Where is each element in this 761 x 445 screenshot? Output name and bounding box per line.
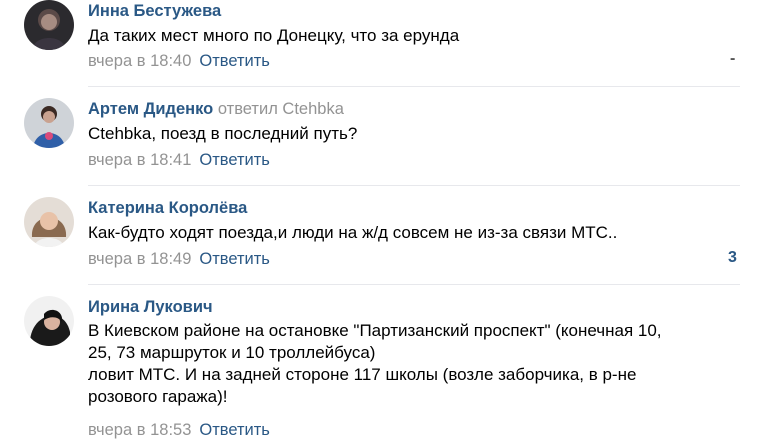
author-line: Инна Бестужева xyxy=(88,1,221,21)
author-name[interactable]: Инна Бестужева xyxy=(88,2,221,20)
avatar-photo xyxy=(24,197,74,247)
comment-meta: вчера в 18:40 Ответить xyxy=(88,51,270,71)
divider xyxy=(88,185,740,186)
divider xyxy=(88,86,740,87)
side-count[interactable]: 3 xyxy=(728,249,737,267)
comment-text-line: ловит МТС. И на задней стороне 117 школы… xyxy=(88,365,637,384)
avatar[interactable] xyxy=(24,197,74,247)
author-line: Катерина Королёва xyxy=(88,198,247,218)
comment-text-line: Да таких мест много по Донецку, что за е… xyxy=(88,26,460,45)
comment-text-line: Как-будто ходят поезда,и люди на ж/д сов… xyxy=(88,223,618,242)
side-mark: - xyxy=(730,50,736,67)
reply-button[interactable]: Ответить xyxy=(199,250,270,268)
divider xyxy=(88,284,740,285)
reply-button[interactable]: Ответить xyxy=(199,421,270,439)
avatar-photo xyxy=(24,0,74,50)
author-line: Артем Диденко ответил Ctehbka xyxy=(88,99,344,119)
author-line: Ирина Лукович xyxy=(88,297,213,317)
reply-button[interactable]: Ответить xyxy=(199,52,270,70)
comment-meta: вчера в 18:49 Ответить xyxy=(88,249,270,269)
author-name[interactable]: Ирина Лукович xyxy=(88,298,213,316)
author-name[interactable]: Катерина Королёва xyxy=(88,199,247,217)
timestamp[interactable]: вчера в 18:41 xyxy=(88,151,191,169)
comment-text-line: 25, 73 маршруток и 10 троллейбуса) xyxy=(88,343,376,362)
comment-text-line: В Киевском районе на остановке "Партизан… xyxy=(88,321,662,340)
avatar-photo xyxy=(24,296,74,346)
avatar[interactable] xyxy=(24,0,74,50)
author-name[interactable]: Артем Диденко xyxy=(88,100,213,118)
comment-text: Как-будто ходят поезда,и люди на ж/д сов… xyxy=(88,222,738,244)
comment-meta: вчера в 18:53 Ответить xyxy=(88,420,270,440)
replied-label: ответил xyxy=(217,100,278,118)
reply-target[interactable]: Ctehbka xyxy=(282,100,343,118)
timestamp[interactable]: вчера в 18:53 xyxy=(88,421,191,439)
avatar[interactable] xyxy=(24,98,74,148)
avatar-photo xyxy=(24,98,74,148)
comment-meta: вчера в 18:41 Ответить xyxy=(88,150,270,170)
reply-button[interactable]: Ответить xyxy=(199,151,270,169)
comment-text: Да таких мест много по Донецку, что за е… xyxy=(88,25,738,47)
comment-text-line: розового гаража)! xyxy=(88,387,228,406)
timestamp[interactable]: вчера в 18:40 xyxy=(88,52,191,70)
comment-text: В Киевском районе на остановке "Партизан… xyxy=(88,320,738,408)
comment-text: Ctehbka, поезд в последний путь? xyxy=(88,123,738,145)
comment-text-line: Ctehbka, поезд в последний путь? xyxy=(88,124,358,143)
timestamp[interactable]: вчера в 18:49 xyxy=(88,250,191,268)
avatar[interactable] xyxy=(24,296,74,346)
